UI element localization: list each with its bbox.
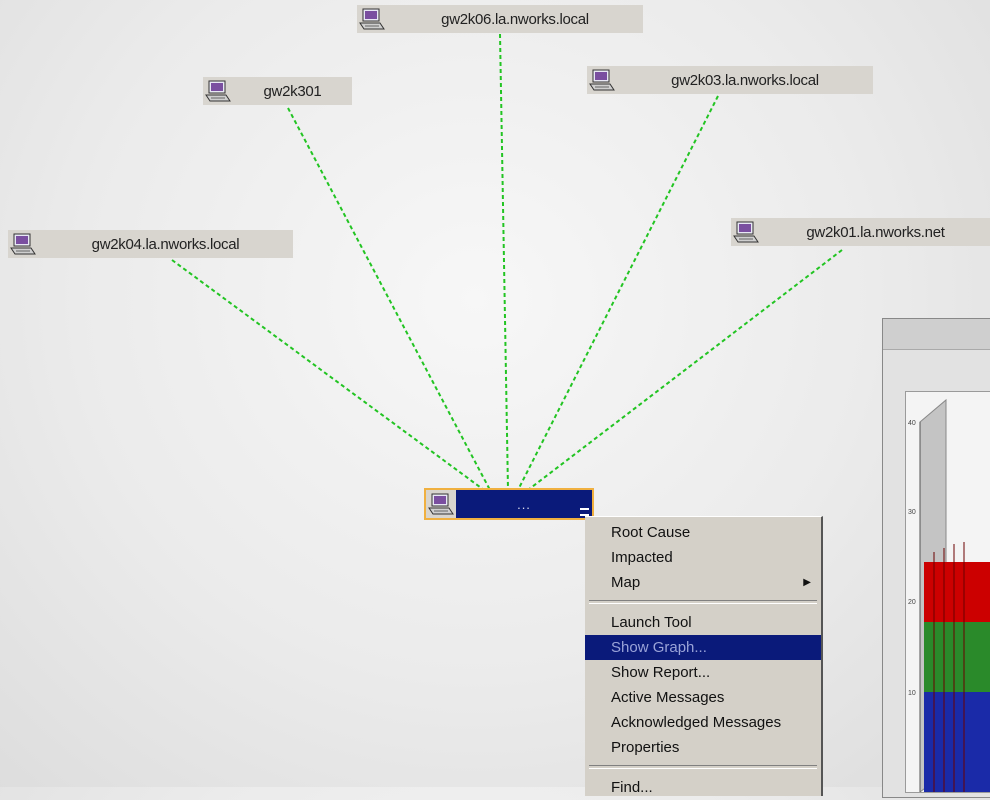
menu-item-label: Find... [611, 779, 653, 796]
computer-node-icon [587, 66, 617, 94]
selected-node-label: ... [517, 496, 531, 512]
computer-node-icon [8, 230, 38, 258]
menu-separator [589, 765, 817, 769]
menu-item-label: Show Report... [611, 664, 711, 681]
menu-item-label: Show Graph... [611, 639, 707, 656]
link-gw2k04 [171, 259, 485, 491]
node-label: gw2k01.la.nworks.net [806, 223, 945, 241]
bar-graph: 40 30 20 10 [908, 398, 990, 794]
menu-item-impacted[interactable]: Impacted [585, 545, 821, 570]
menu-item-root-cause[interactable]: Root Cause [585, 520, 821, 545]
y-tick-label: 30 [908, 509, 916, 516]
link-gw2k301 [287, 107, 491, 491]
y-tick-label: 40 [908, 420, 916, 427]
computer-node-icon [203, 77, 233, 105]
menu-item-label: Map [611, 574, 641, 591]
menu-item-label: Properties [611, 739, 680, 756]
menu-item-label: Root Cause [611, 524, 691, 541]
node-gw2k06[interactable]: gw2k06.la.nworks.local [357, 5, 643, 33]
node-gw2k01[interactable]: gw2k01.la.nworks.net [731, 218, 990, 246]
link-gw2k06 [499, 33, 509, 491]
computer-node-icon [731, 218, 761, 246]
menu-item-properties[interactable]: Properties [585, 735, 821, 760]
menu-item-show-graph[interactable]: Show Graph... [585, 635, 821, 660]
graph-panel: 40 30 20 10 [905, 391, 990, 794]
node-label: gw2k04.la.nworks.local [91, 235, 240, 253]
computer-node-icon [357, 5, 387, 33]
node-gw2k04[interactable]: gw2k04.la.nworks.local [8, 230, 293, 258]
menu-item-label: Impacted [611, 549, 673, 566]
node-gw2k03[interactable]: gw2k03.la.nworks.local [587, 66, 873, 94]
y-tick-label: 20 [908, 599, 916, 606]
node-label: gw2k03.la.nworks.local [671, 71, 819, 89]
y-tick-label: 10 [908, 690, 916, 697]
menu-item-label: Active Messages [611, 689, 725, 706]
menu-item-acknowledged-messages[interactable]: Acknowledged Messages [585, 710, 821, 735]
connection-lines [171, 33, 843, 491]
menu-item-map[interactable]: Map ▶ [585, 570, 821, 595]
menu-item-label: Launch Tool [611, 614, 692, 631]
menu-item-show-report[interactable]: Show Report... [585, 660, 821, 685]
menu-item-active-messages[interactable]: Active Messages [585, 685, 821, 710]
node-label: gw2k06.la.nworks.local [441, 10, 589, 28]
resize-handle-icon[interactable] [580, 508, 589, 516]
computer-node-icon [426, 490, 456, 518]
submenu-arrow-icon: ▶ [803, 577, 811, 588]
link-gw2k01 [527, 249, 843, 491]
graph-window: 40 30 20 10 [882, 318, 990, 798]
menu-item-find[interactable]: Find... [585, 775, 821, 800]
node-gw2k301[interactable]: gw2k301 [203, 77, 352, 105]
context-menu: Root Cause Impacted Map ▶ Launch Tool Sho… [585, 516, 823, 796]
menu-separator [589, 600, 817, 604]
graph-window-titlebar[interactable] [883, 319, 990, 350]
link-gw2k03 [517, 95, 719, 491]
menu-item-launch-tool[interactable]: Launch Tool [585, 610, 821, 635]
node-label: gw2k301 [263, 82, 322, 100]
menu-item-label: Acknowledged Messages [611, 714, 782, 731]
selected-node[interactable]: ... [424, 488, 594, 520]
